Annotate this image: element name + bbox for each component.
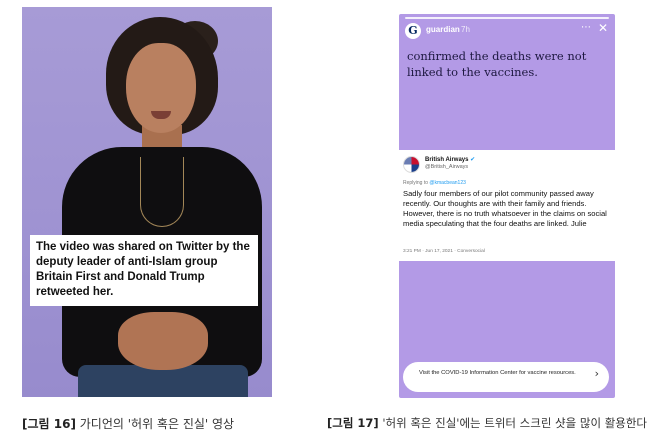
story-headline: confirmed the deaths were not linked to …: [407, 49, 587, 79]
replying-handle: @kmacbean123: [429, 180, 466, 186]
covid-info-center-link[interactable]: Visit the COVID-19 Information Center fo…: [403, 362, 609, 392]
tweet-handle: @British_Airways: [425, 164, 469, 170]
figure-16-label: [그림 16] 가디언의 '허위 혹은 진실' 영상: [22, 415, 234, 432]
video-still-figure-16: The video was shared on Twitter by the d…: [22, 7, 272, 397]
tweet-body: Sadly four members of our pilot communit…: [403, 189, 607, 228]
replying-prefix: Replying to: [403, 180, 430, 186]
more-options-icon[interactable]: ⋯: [581, 22, 591, 33]
figure-17-caption: '허위 혹은 진실'에는 트위터 스크린 샷을 많이 활용한다: [378, 416, 648, 430]
story-progress-bar: [405, 17, 609, 19]
close-icon[interactable]: ✕: [598, 21, 608, 35]
tweet-replying-to: Replying to @kmacbean123: [403, 180, 466, 186]
tweet-author: British Airways ✔: [425, 156, 475, 163]
figure-17-label: [그림 17] '허위 혹은 진실'에는 트위터 스크린 샷을 많이 활용한다: [327, 415, 647, 431]
guardian-logo-icon[interactable]: G: [405, 23, 421, 39]
story-account-name[interactable]: guardian: [426, 25, 460, 34]
tweet-author-name: British Airways: [425, 157, 469, 163]
chevron-right-icon: ›: [594, 367, 599, 380]
instagram-story-figure-17: G guardian 7h ⋯ ✕ confirmed the deaths w…: [399, 14, 615, 398]
video-caption: The video was shared on Twitter by the d…: [30, 235, 258, 306]
verified-badge-icon: ✔: [470, 156, 476, 163]
story-header: G guardian 7h ⋯ ✕: [405, 21, 609, 41]
tweet-screenshot: British Airways ✔ @British_Airways Reply…: [399, 150, 615, 261]
figure-16-caption: 가디언의 '허위 혹은 진실' 영상: [75, 417, 235, 431]
presenter-face: [126, 43, 196, 133]
figure-16-number: [그림 16]: [22, 417, 76, 431]
story-timestamp: 7h: [461, 25, 470, 34]
presenter-hands: [118, 312, 208, 370]
covid-info-text: Visit the COVID-19 Information Center fo…: [419, 370, 576, 376]
british-airways-logo-icon: [403, 156, 420, 173]
tweet-meta: 3:21 PM · Jun 17, 2021 · Conversocial: [403, 249, 485, 254]
presenter-image: [22, 7, 272, 397]
figure-17-number: [그림 17]: [327, 416, 379, 430]
presenter-necklace: [140, 157, 184, 227]
